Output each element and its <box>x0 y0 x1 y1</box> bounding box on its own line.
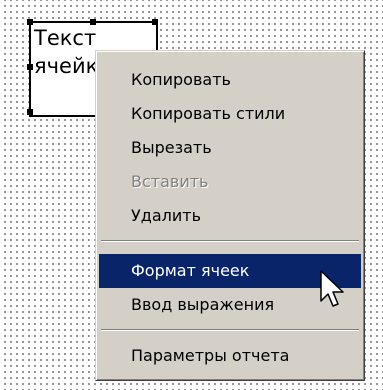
menu-separator <box>101 329 359 331</box>
menu-item-copy-styles[interactable]: Копировать стили <box>99 97 361 131</box>
selection-handle-top-left[interactable] <box>27 19 33 25</box>
mouse-pointer-icon <box>320 270 344 307</box>
menu-item-cut[interactable]: Вырезать <box>99 131 361 165</box>
selection-handle-bottom-left[interactable] <box>27 109 33 115</box>
menu-item-report-parameters[interactable]: Параметры отчета <box>99 339 361 373</box>
menu-item-delete[interactable]: Удалить <box>99 199 361 233</box>
menu-item-paste: Вставить <box>131 172 209 191</box>
menu-separator <box>101 240 359 242</box>
selection-handle-top-right[interactable] <box>152 19 158 25</box>
selection-handle-top-center[interactable] <box>90 19 96 25</box>
selection-handle-middle-left[interactable] <box>27 64 33 70</box>
menu-item-copy[interactable]: Копировать <box>99 63 361 97</box>
context-menu: Копировать Копировать стили Вырезать Вст… <box>95 50 365 381</box>
